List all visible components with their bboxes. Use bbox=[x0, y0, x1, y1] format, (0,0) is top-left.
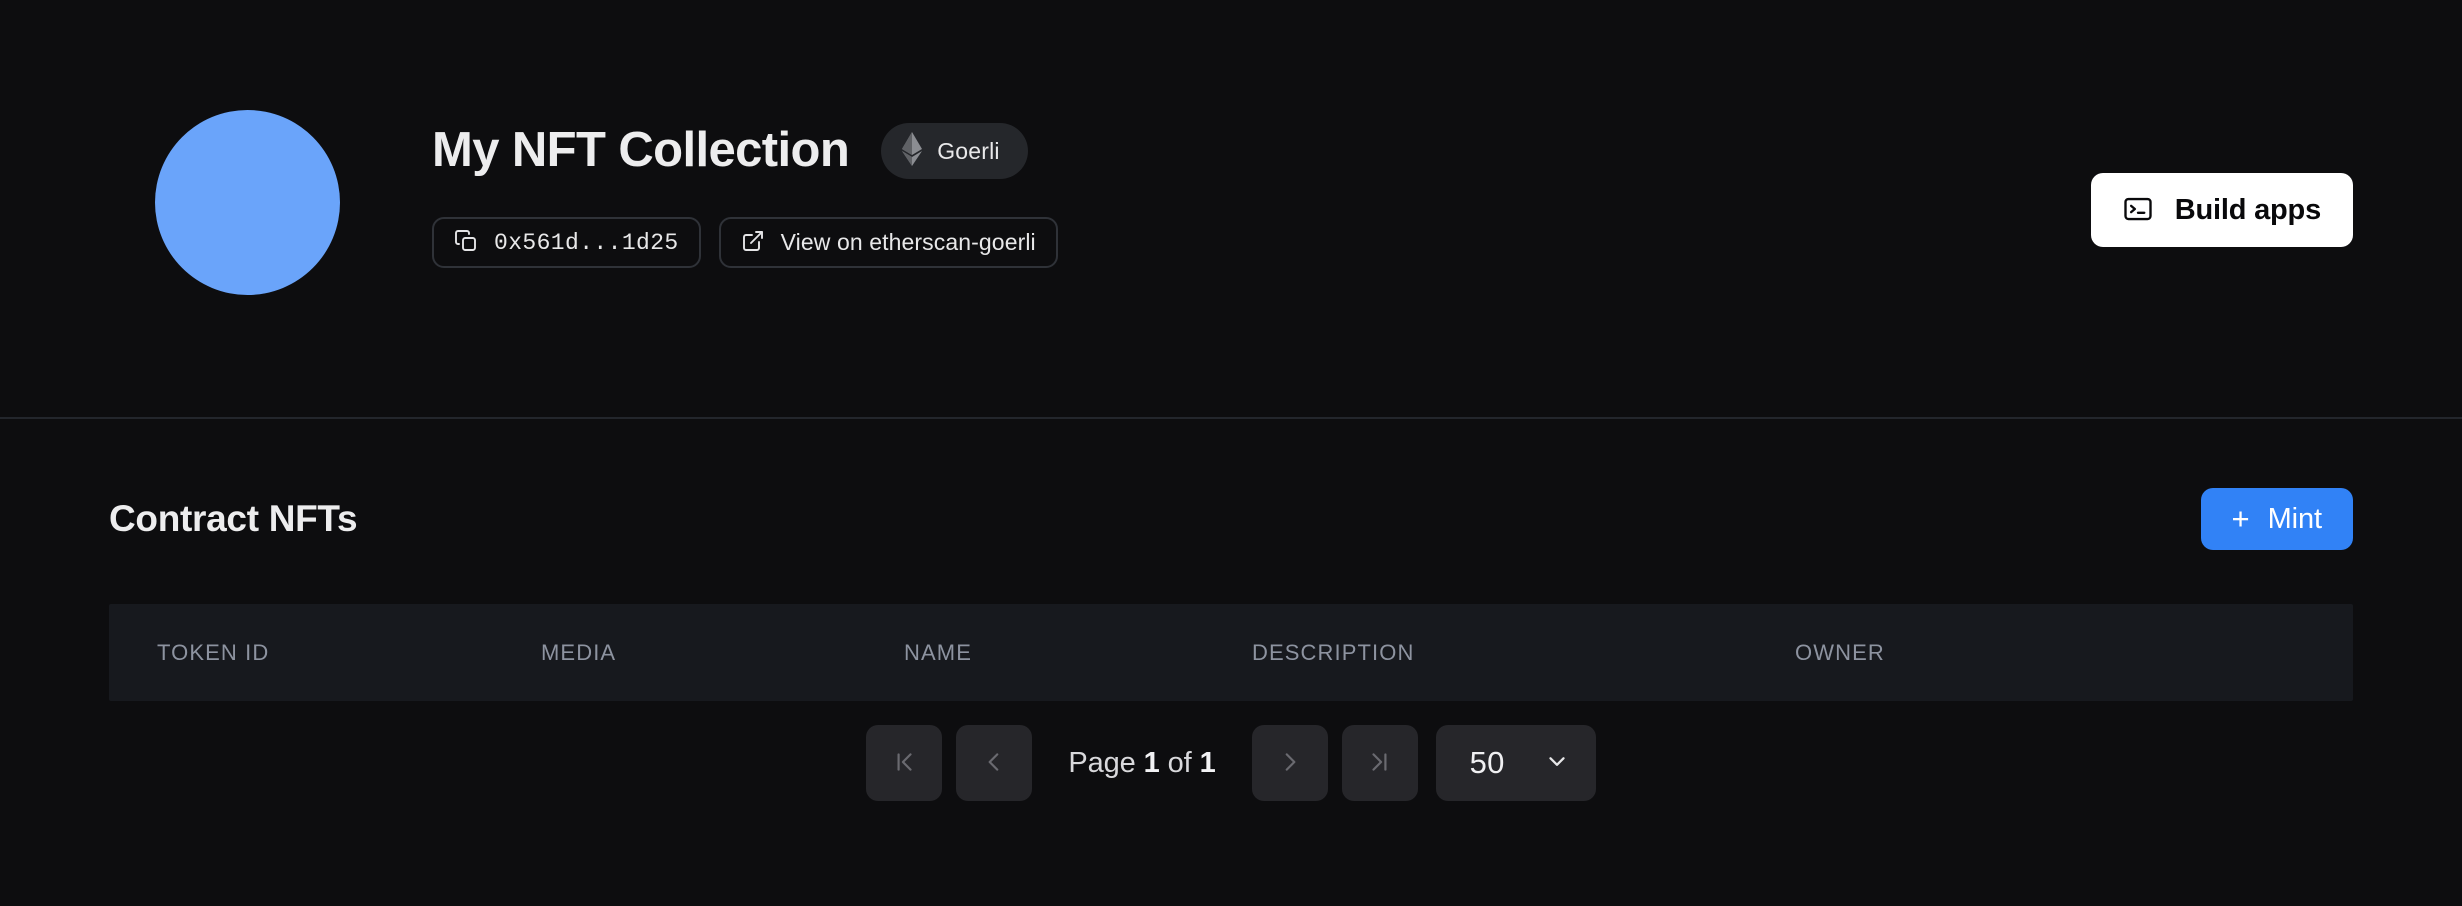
next-page-button[interactable] bbox=[1252, 725, 1328, 801]
plus-icon: + bbox=[2232, 503, 2250, 534]
column-header-media: MEDIA bbox=[541, 640, 904, 666]
last-page-icon bbox=[1367, 749, 1393, 778]
contract-address-label: 0x561d...1d25 bbox=[494, 230, 679, 256]
chevron-right-icon bbox=[1277, 749, 1303, 778]
page-size-select[interactable]: 50 bbox=[1436, 725, 1596, 801]
nfts-table: TOKEN ID MEDIA NAME DESCRIPTION OWNER bbox=[109, 604, 2353, 701]
pagination-controls: Page 1 of 1 50 bbox=[109, 725, 2353, 801]
collection-avatar bbox=[155, 110, 340, 295]
page-label-middle: of bbox=[1160, 747, 1200, 779]
page-label-prefix: Page bbox=[1068, 747, 1143, 779]
total-pages-number: 1 bbox=[1200, 747, 1216, 779]
current-page-number: 1 bbox=[1144, 747, 1160, 779]
page-indicator: Page 1 of 1 bbox=[1046, 747, 1237, 780]
nft-collection-page: My NFT Collection Goerli bbox=[0, 0, 2462, 906]
collection-links: 0x561d...1d25 View on etherscan-goerli bbox=[432, 217, 1058, 268]
collection-title-row: My NFT Collection Goerli bbox=[432, 123, 1058, 179]
view-on-explorer-button[interactable]: View on etherscan-goerli bbox=[719, 217, 1058, 268]
contract-nfts-section: Contract NFTs + Mint TOKEN ID MEDIA NAME… bbox=[0, 419, 2462, 801]
collection-meta: My NFT Collection Goerli bbox=[432, 110, 1058, 268]
network-name: Goerli bbox=[937, 138, 1000, 165]
column-header-owner: OWNER bbox=[1795, 640, 2353, 666]
copy-icon bbox=[454, 229, 478, 256]
column-header-name: NAME bbox=[904, 640, 1252, 666]
previous-page-button[interactable] bbox=[956, 725, 1032, 801]
explorer-link-label: View on etherscan-goerli bbox=[781, 229, 1036, 256]
first-page-button[interactable] bbox=[866, 725, 942, 801]
ethereum-icon bbox=[901, 132, 923, 171]
chevron-left-icon bbox=[981, 749, 1007, 778]
section-title: Contract NFTs bbox=[109, 498, 357, 540]
build-apps-button[interactable]: Build apps bbox=[2091, 173, 2353, 247]
page-title: My NFT Collection bbox=[432, 125, 849, 176]
page-size-value: 50 bbox=[1470, 745, 1505, 781]
section-header: Contract NFTs + Mint bbox=[109, 419, 2353, 550]
copy-address-button[interactable]: 0x561d...1d25 bbox=[432, 217, 701, 268]
last-page-button[interactable] bbox=[1342, 725, 1418, 801]
chevron-down-icon bbox=[1544, 748, 1570, 779]
column-header-description: DESCRIPTION bbox=[1252, 640, 1795, 666]
build-apps-label: Build apps bbox=[2175, 194, 2321, 227]
mint-button-label: Mint bbox=[2268, 503, 2322, 536]
network-badge[interactable]: Goerli bbox=[881, 123, 1028, 179]
collection-header-inner: My NFT Collection Goerli bbox=[0, 0, 2462, 295]
table-header-row: TOKEN ID MEDIA NAME DESCRIPTION OWNER bbox=[109, 604, 2353, 701]
terminal-icon bbox=[2123, 194, 2153, 227]
first-page-icon bbox=[891, 749, 917, 778]
external-link-icon bbox=[741, 229, 765, 256]
collection-header: My NFT Collection Goerli bbox=[0, 0, 2462, 419]
mint-button[interactable]: + Mint bbox=[2201, 488, 2354, 550]
column-header-token-id: TOKEN ID bbox=[109, 640, 541, 666]
